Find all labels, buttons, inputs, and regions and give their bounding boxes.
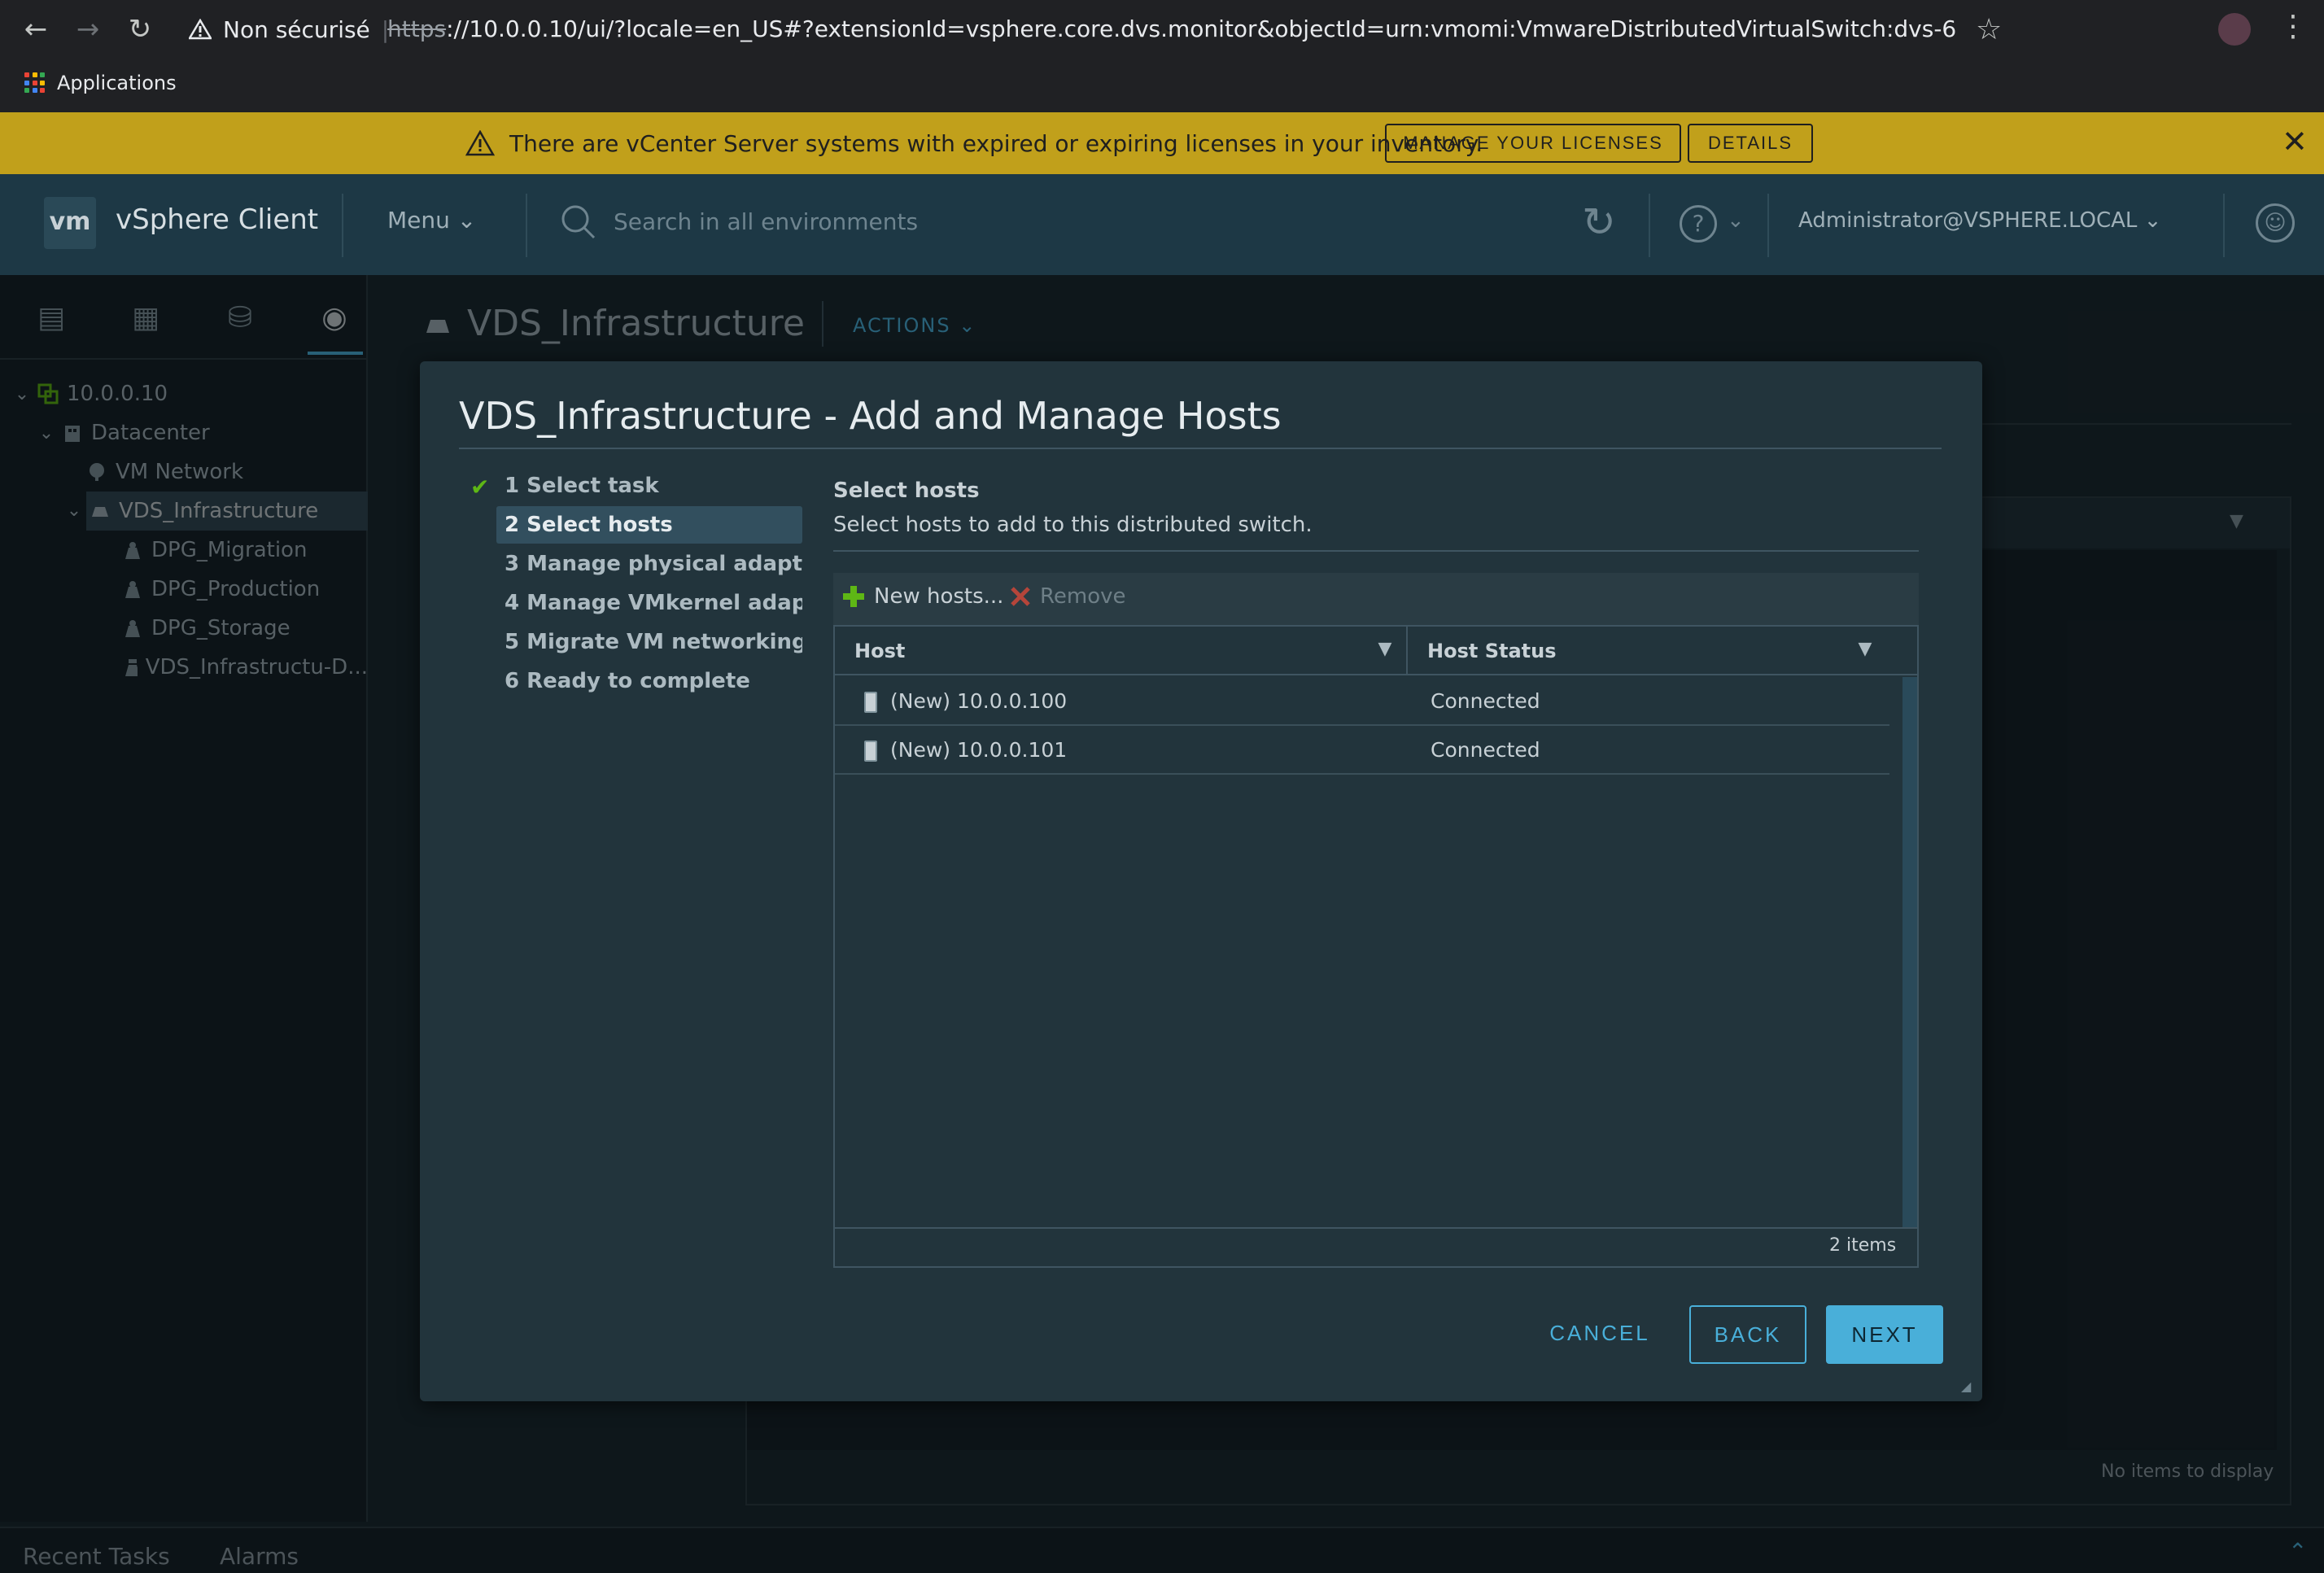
- column-header-host-status[interactable]: Host Status: [1427, 627, 1556, 675]
- url-text: ://10.0.0.10/ui/?locale=en_US#?extension…: [446, 15, 1958, 42]
- menu-label: Menu: [387, 207, 450, 234]
- status-cell: Connected: [1431, 738, 1540, 762]
- remove-label: Remove: [1040, 584, 1126, 609]
- app-name: vSphere Client: [116, 203, 319, 236]
- wizard-step-2[interactable]: 2 Select hosts: [496, 506, 802, 544]
- global-search[interactable]: Search in all environments: [560, 203, 918, 239]
- browser-menu-icon[interactable]: ⋮: [2278, 10, 2308, 43]
- bookmarks-bar: [0, 59, 2324, 112]
- vmware-logo: vm: [44, 197, 96, 249]
- host-name: (New) 10.0.0.100: [890, 689, 1068, 713]
- search-placeholder: Search in all environments: [614, 208, 919, 235]
- warning-icon: [465, 130, 495, 156]
- host-icon: [864, 692, 877, 713]
- back-arrow-icon[interactable]: ←: [18, 11, 54, 47]
- chevron-down-icon: ⌄: [2143, 208, 2162, 233]
- header-divider: [1767, 194, 1769, 257]
- remove-x-icon: [1011, 587, 1030, 606]
- help-icon[interactable]: ?: [1680, 205, 1717, 243]
- header-divider: [2223, 194, 2225, 257]
- remove-button[interactable]: Remove: [1009, 584, 1126, 609]
- profile-avatar[interactable]: [2218, 13, 2251, 46]
- search-icon: [561, 205, 596, 239]
- section-divider: [833, 550, 1919, 552]
- wizard-step-6[interactable]: 6 Ready to complete: [496, 662, 802, 700]
- refresh-icon[interactable]: ↻: [1582, 199, 1616, 246]
- resize-grip-icon[interactable]: ◢: [1961, 1379, 1971, 1394]
- apps-grid-icon: [24, 72, 46, 94]
- grid-scrollbar[interactable]: [1902, 677, 1917, 1227]
- item-count: 2 items: [1829, 1235, 1897, 1256]
- apps-label: Applications: [57, 72, 177, 94]
- warning-triangle-icon: [189, 19, 212, 40]
- user-name: Administrator@VSPHERE.LOCAL: [1798, 208, 2138, 233]
- banner-text: There are vCenter Server systems with ex…: [509, 129, 1483, 157]
- wizard-step-1[interactable]: 1 Select task: [496, 467, 802, 505]
- feedback-smiley-icon[interactable]: ☺: [2256, 203, 2295, 243]
- host-cell: (New) 10.0.0.100: [864, 677, 1067, 726]
- dialog-title: VDS_Infrastructure - Add and Manage Host…: [459, 394, 1282, 438]
- column-header-host[interactable]: Host: [854, 627, 905, 675]
- plus-icon: [843, 586, 864, 607]
- host-cell: (New) 10.0.0.101: [864, 726, 1067, 775]
- security-label: Non sécurisé: [223, 15, 370, 43]
- apps-bookmark[interactable]: Applications: [24, 67, 177, 99]
- url-protocol: https: [387, 15, 447, 42]
- header-divider: [526, 194, 527, 257]
- new-hosts-label: New hosts...: [874, 584, 1004, 609]
- status-cell: Connected: [1431, 689, 1540, 713]
- address-bar[interactable]: https://10.0.0.10/ui/?locale=en_US#?exte…: [387, 11, 1958, 47]
- close-banner-icon[interactable]: ✕: [2282, 124, 2308, 159]
- help-chevron-icon[interactable]: ⌄: [1727, 208, 1745, 233]
- host-icon: [864, 741, 877, 762]
- header-divider: [1649, 194, 1650, 257]
- filter-icon[interactable]: ▼: [1375, 640, 1395, 659]
- wizard-step-3[interactable]: 3 Manage physical adapters: [496, 545, 802, 583]
- checkmark-icon: ✔: [470, 474, 490, 500]
- back-button[interactable]: BACK: [1689, 1305, 1806, 1364]
- title-divider: [459, 448, 1942, 449]
- header-divider: [342, 194, 343, 257]
- table-row[interactable]: (New) 10.0.0.100 Connected: [835, 677, 1889, 726]
- filter-icon[interactable]: ▼: [1855, 640, 1875, 659]
- next-button[interactable]: NEXT: [1826, 1305, 1943, 1364]
- menu-button[interactable]: Menu ⌄: [387, 207, 476, 234]
- wizard-step-4[interactable]: 4 Manage VMkernel adapt...: [496, 584, 802, 622]
- cancel-button[interactable]: CANCEL: [1536, 1305, 1663, 1364]
- forward-arrow-icon[interactable]: →: [70, 11, 106, 47]
- reload-icon[interactable]: ↻: [122, 11, 158, 47]
- manage-licenses-button[interactable]: MANAGE YOUR LICENSES: [1385, 124, 1681, 163]
- column-divider[interactable]: [1406, 627, 1408, 675]
- section-description: Select hosts to add to this distributed …: [833, 513, 1313, 537]
- security-indicator[interactable]: Non sécurisé |: [189, 11, 389, 47]
- details-button[interactable]: DETAILS: [1688, 124, 1813, 163]
- bookmark-star-icon[interactable]: ☆: [1976, 13, 2002, 46]
- host-name: (New) 10.0.0.101: [890, 738, 1068, 762]
- section-title: Select hosts: [833, 478, 980, 503]
- wizard-step-5[interactable]: 5 Migrate VM networking: [496, 623, 802, 661]
- table-row[interactable]: (New) 10.0.0.101 Connected: [835, 726, 1889, 775]
- chevron-down-icon: ⌄: [456, 207, 477, 234]
- new-hosts-button[interactable]: New hosts...: [841, 584, 1003, 609]
- grid-footer: [835, 1227, 1917, 1266]
- user-menu[interactable]: Administrator@VSPHERE.LOCAL ⌄: [1798, 208, 2161, 233]
- banner-message: There are vCenter Server systems with ex…: [465, 112, 1483, 174]
